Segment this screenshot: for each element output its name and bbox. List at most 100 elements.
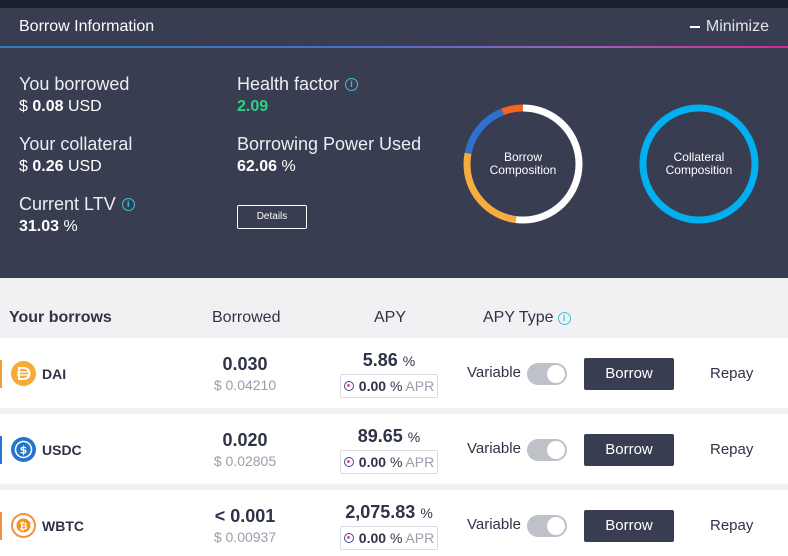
apr-badge: 0.00 % APR bbox=[340, 374, 438, 398]
borrowed-cell: 0.020 $ 0.02805 bbox=[190, 430, 300, 469]
svg-text:$: $ bbox=[20, 444, 28, 457]
borrowing-power-label: Borrowing Power Used bbox=[237, 134, 422, 154]
borrowed-usd: $ 0.04210 bbox=[213, 377, 277, 393]
apy-value: 2,075.83 bbox=[345, 502, 416, 522]
header-your-borrows: Your borrows bbox=[9, 309, 112, 326]
stake-icon bbox=[343, 381, 354, 391]
table-row: DAI 0.030 $ 0.04210 5.86 % 0.00 % APR Va… bbox=[0, 338, 788, 408]
apr-value: 0.00 bbox=[358, 454, 387, 470]
apr-value: 0.00 bbox=[358, 530, 387, 546]
borrow-composition-donut[interactable]: Borrow Composition bbox=[462, 103, 584, 225]
asset-symbol: DAI bbox=[42, 365, 67, 382]
apy-unit: % bbox=[420, 505, 433, 521]
apr-unit: % bbox=[389, 378, 403, 394]
repay-button[interactable]: Repay bbox=[710, 441, 753, 458]
apy-type-toggle[interactable] bbox=[527, 515, 567, 537]
you-borrowed-label: You borrowed bbox=[19, 74, 130, 94]
percent-unit: % bbox=[281, 158, 296, 175]
details-button[interactable]: Details bbox=[237, 205, 307, 229]
currency-symbol: $ bbox=[19, 98, 28, 115]
borrowed-amount: < 0.001 bbox=[214, 506, 276, 526]
borrowed-cell: < 0.001 $ 0.00937 bbox=[190, 506, 300, 545]
asset-cell[interactable]: DAI bbox=[11, 361, 66, 386]
apy-type-toggle[interactable] bbox=[527, 439, 567, 461]
currency-unit: USD bbox=[67, 158, 102, 175]
borrowing-power-stat: Borrowing Power Used 62.06 % bbox=[237, 134, 421, 176]
minus-icon bbox=[689, 26, 700, 28]
health-factor-stat: Health factor i 2.09 bbox=[237, 74, 359, 116]
your-collateral-label: Your collateral bbox=[19, 134, 133, 154]
collateral-composition-label: Collateral Composition bbox=[665, 150, 733, 177]
apy-cell: 89.65 % 0.00 % APR bbox=[340, 426, 438, 474]
your-collateral-stat: Your collateral $ 0.26 USD bbox=[19, 134, 132, 176]
borrowed-amount: 0.030 bbox=[222, 354, 268, 374]
currency-symbol: $ bbox=[19, 158, 28, 175]
borrows-table-header: Your borrows Borrowed APY APY Type i bbox=[0, 278, 788, 336]
apy-unit: % bbox=[402, 353, 416, 369]
table-row: $ USDC 0.020 $ 0.02805 89.65 % 0.00 % AP… bbox=[0, 414, 788, 484]
wbtc-icon: ₿ bbox=[11, 513, 36, 538]
row-accent bbox=[0, 436, 2, 464]
asset-symbol: USDC bbox=[42, 441, 82, 458]
borrowed-cell: 0.030 $ 0.04210 bbox=[190, 354, 300, 393]
panel-header: Borrow Information Minimize bbox=[0, 8, 788, 46]
usdc-icon: $ bbox=[11, 437, 36, 462]
repay-button[interactable]: Repay bbox=[710, 365, 753, 382]
apy-type-label: Variable bbox=[467, 440, 521, 457]
apr-unit: % bbox=[389, 454, 403, 470]
header-apy-type: APY Type i bbox=[483, 309, 571, 327]
borrow-button[interactable]: Borrow bbox=[584, 358, 674, 390]
currency-unit: USD bbox=[67, 98, 102, 115]
panel-title: Borrow Information bbox=[19, 18, 155, 35]
apy-cell: 5.86 % 0.00 % APR bbox=[340, 350, 438, 398]
apy-unit: % bbox=[407, 429, 421, 445]
top-strip bbox=[0, 0, 788, 8]
header-gradient-divider bbox=[0, 46, 788, 48]
apr-badge: 0.00 % APR bbox=[340, 526, 438, 550]
header-apy: APY bbox=[374, 309, 407, 326]
repay-button[interactable]: Repay bbox=[710, 517, 753, 534]
borrow-composition-label: Borrow Composition bbox=[489, 150, 557, 177]
current-ltv-value: 31.03 bbox=[19, 218, 60, 235]
borrowed-usd: $ 0.02805 bbox=[213, 453, 277, 469]
toggle-knob bbox=[547, 517, 565, 535]
apr-label: APR bbox=[405, 530, 435, 546]
row-accent bbox=[0, 512, 2, 540]
apr-badge: 0.00 % APR bbox=[340, 450, 438, 474]
info-icon[interactable]: i bbox=[345, 78, 359, 91]
info-icon[interactable]: i bbox=[121, 198, 135, 211]
apy-type-label: Variable bbox=[467, 364, 521, 381]
apy-type-toggle[interactable] bbox=[527, 363, 567, 385]
dai-icon bbox=[11, 361, 36, 386]
apr-label: APR bbox=[405, 378, 435, 394]
svg-text:₿: ₿ bbox=[19, 520, 27, 532]
borrow-button[interactable]: Borrow bbox=[584, 510, 674, 542]
asset-cell[interactable]: $ USDC bbox=[11, 437, 82, 462]
health-factor-value: 2.09 bbox=[237, 98, 269, 115]
header-apy-type-label: APY Type bbox=[483, 309, 554, 326]
minimize-button[interactable]: Minimize bbox=[689, 18, 769, 36]
borrow-information-panel: Borrow Information Minimize You borrowed… bbox=[0, 8, 788, 278]
health-factor-label: Health factor bbox=[237, 74, 340, 94]
apr-label: APR bbox=[405, 454, 435, 470]
borrowing-power-value: 62.06 bbox=[237, 158, 278, 175]
borrow-button[interactable]: Borrow bbox=[584, 434, 674, 466]
apy-type-label: Variable bbox=[467, 516, 521, 533]
info-icon[interactable]: i bbox=[557, 311, 571, 325]
apy-cell: 2,075.83 % 0.00 % APR bbox=[340, 502, 438, 550]
borrowed-usd: $ 0.00937 bbox=[213, 529, 277, 545]
stake-icon bbox=[343, 457, 354, 467]
apr-unit: % bbox=[389, 530, 403, 546]
stake-icon bbox=[343, 533, 354, 543]
borrowed-amount: 0.020 bbox=[222, 430, 268, 450]
minimize-label: Minimize bbox=[705, 18, 769, 35]
apr-value: 0.00 bbox=[358, 378, 387, 394]
header-borrowed: Borrowed bbox=[212, 309, 281, 326]
asset-cell[interactable]: ₿ WBTC bbox=[11, 513, 84, 538]
you-borrowed-value: 0.08 bbox=[32, 98, 64, 115]
row-accent bbox=[0, 360, 2, 388]
asset-symbol: WBTC bbox=[42, 517, 84, 534]
table-row: ₿ WBTC < 0.001 $ 0.00937 2,075.83 % 0.00… bbox=[0, 490, 788, 556]
current-ltv-label: Current LTV bbox=[19, 194, 116, 214]
collateral-composition-donut[interactable]: Collateral Composition bbox=[638, 103, 760, 225]
